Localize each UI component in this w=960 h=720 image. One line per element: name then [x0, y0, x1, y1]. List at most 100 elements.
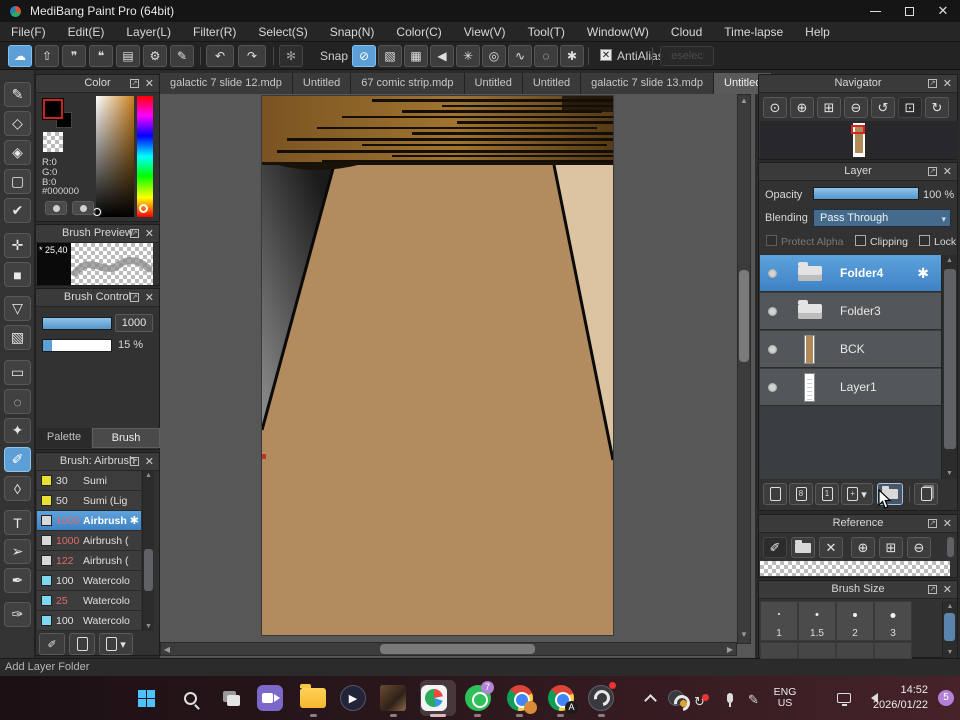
visibility-icon[interactable]	[768, 383, 777, 392]
task-view-button[interactable]	[216, 684, 244, 712]
brush-size-slider[interactable]	[42, 317, 112, 330]
photo-app-icon[interactable]	[379, 684, 407, 712]
magic-wand-tool[interactable]: ✦	[4, 418, 31, 443]
reference-fit-button[interactable]: ⊞	[879, 537, 903, 558]
eraser-tool[interactable]: ◇	[4, 111, 31, 136]
search-button[interactable]	[176, 684, 204, 712]
brush-item[interactable]: 1000 Airbrush (	[37, 531, 141, 551]
menu-viewv[interactable]: View(V)	[453, 22, 517, 42]
chrome-profile1-icon[interactable]	[506, 684, 534, 712]
brush-item[interactable]: 1000 Airbrush ✱	[37, 511, 141, 531]
scroll-up-icon[interactable]: ▲	[942, 257, 957, 264]
meet-now-icon[interactable]	[256, 684, 284, 712]
brush-size-value[interactable]: 1000	[115, 314, 153, 332]
brush-size-cell[interactable]	[874, 642, 912, 659]
zoom-in-button[interactable]: ⊕	[790, 97, 814, 118]
lasso-tool[interactable]: ◌	[4, 389, 31, 414]
text-tool[interactable]: T	[4, 510, 31, 535]
reference-zoom-out-button[interactable]: ⊖	[907, 537, 931, 558]
clock[interactable]: 14:52 2026/01/22	[873, 683, 928, 713]
brush-item[interactable]: 122 Airbrush (	[37, 551, 141, 571]
menu-selects[interactable]: Select(S)	[247, 22, 318, 42]
close-icon[interactable]: ✕	[145, 227, 154, 240]
snap-parallel-button[interactable]: ▧	[378, 45, 402, 67]
add-layer-button[interactable]	[763, 483, 787, 505]
visibility-icon[interactable]	[768, 345, 777, 354]
notification-badge[interactable]: 5	[938, 690, 954, 706]
snap-settings-button[interactable]: ✱	[560, 45, 584, 67]
layer-list-scrollbar[interactable]: ▲ ▼	[941, 255, 957, 479]
brush-size-cell[interactable]	[836, 642, 874, 659]
rotate-ccw-button[interactable]: ↺	[871, 97, 895, 118]
document-button[interactable]: ▤	[116, 45, 140, 67]
gear-icon[interactable]: ✱	[917, 265, 929, 282]
popout-icon[interactable]: ↗	[130, 229, 139, 238]
reference-scroll-thumb[interactable]	[947, 537, 954, 557]
scroll-right-icon[interactable]: ▶	[725, 645, 735, 654]
upload-button[interactable]: ⇧	[35, 45, 59, 67]
reference-image-strip[interactable]	[760, 561, 950, 576]
operation-tool[interactable]: ➢	[4, 539, 31, 564]
language-indicator[interactable]: ENGUS	[770, 687, 800, 709]
layer-row-bck[interactable]: BCK	[760, 331, 941, 368]
popout-icon[interactable]: ↗	[928, 519, 937, 528]
antialiasing-checkbox[interactable]: ✕	[600, 49, 612, 61]
menu-edite[interactable]: Edit(E)	[57, 22, 116, 42]
hue-slider[interactable]	[137, 96, 153, 217]
popout-icon[interactable]: ↗	[928, 585, 937, 594]
gradient-tool[interactable]: ▧	[4, 325, 31, 350]
obs-icon[interactable]	[587, 684, 615, 712]
brush-size-cell[interactable]: 2	[836, 601, 874, 641]
file-explorer-icon[interactable]	[299, 684, 327, 712]
visibility-icon[interactable]	[768, 307, 777, 316]
visibility-icon[interactable]	[768, 269, 777, 278]
zoom-out-button[interactable]: ⊖	[844, 97, 868, 118]
rotate-cw-button[interactable]: ↻	[925, 97, 949, 118]
snap-concentric-button[interactable]: ◎	[482, 45, 506, 67]
navigator-thumbnail[interactable]	[760, 121, 958, 159]
saturation-value-box[interactable]	[96, 96, 134, 217]
polyline-tool[interactable]: ✔	[4, 198, 31, 223]
close-button[interactable]: ✕	[926, 0, 960, 22]
cloud-sync-button[interactable]: ☁	[8, 45, 32, 67]
brush-item[interactable]: 100 Watercolo	[37, 571, 141, 591]
popout-icon[interactable]: ↗	[130, 79, 139, 88]
close-icon[interactable]: ✕	[145, 77, 154, 90]
duplicate-layer-button[interactable]	[914, 483, 938, 505]
brush-size-cell[interactable]	[798, 642, 836, 659]
protect-alpha-checkbox[interactable]	[766, 235, 777, 246]
tray-display-icon[interactable]	[830, 684, 858, 712]
snap-radial-button[interactable]: ✳	[456, 45, 480, 67]
add-layer-menu-button[interactable]: + ▾	[841, 483, 873, 505]
scroll-up-icon[interactable]: ▲	[143, 472, 154, 479]
tab-brush-control[interactable]: Brush Control	[92, 428, 160, 448]
document-tab[interactable]: Untitled	[465, 73, 523, 94]
blending-dropdown[interactable]: Pass Through▾	[813, 209, 951, 227]
media-player-icon[interactable]: ▶	[339, 684, 367, 712]
select-rect-tool[interactable]: ▭	[4, 360, 31, 385]
scroll-up-icon[interactable]: ▲	[737, 96, 751, 105]
tray-pen-icon[interactable]: ✎	[748, 692, 759, 708]
palette-add-button[interactable]	[45, 201, 67, 215]
scroll-down-icon[interactable]: ▼	[737, 630, 751, 639]
brush-size-scrollbar[interactable]: ▲ ▼	[942, 601, 957, 658]
pen-tool[interactable]: ✎	[4, 82, 31, 107]
close-icon[interactable]: ✕	[943, 165, 952, 178]
shape-tool[interactable]: ▢	[4, 169, 31, 194]
clipping-checkbox[interactable]	[855, 235, 866, 246]
scroll-up-icon[interactable]: ▲	[943, 603, 957, 610]
select-eraser-tool[interactable]: ◊	[4, 476, 31, 501]
tab-palette[interactable]: Palette	[37, 428, 91, 448]
tray-app-icon[interactable]	[662, 684, 690, 712]
menu-windoww[interactable]: Window(W)	[576, 22, 660, 42]
popout-icon[interactable]: ↗	[130, 293, 139, 302]
brush-pick-button[interactable]: ✐	[39, 633, 65, 655]
close-icon[interactable]: ✕	[145, 455, 154, 468]
scroll-down-icon[interactable]: ▼	[943, 649, 957, 656]
viewport-indicator[interactable]	[851, 125, 865, 134]
start-button[interactable]	[132, 684, 160, 712]
fit-screen-button[interactable]: ⊞	[817, 97, 841, 118]
undo-button[interactable]: ↶	[206, 45, 234, 67]
scroll-down-icon[interactable]: ▼	[143, 623, 154, 630]
snap-ellipse-button[interactable]: ◌	[534, 45, 558, 67]
